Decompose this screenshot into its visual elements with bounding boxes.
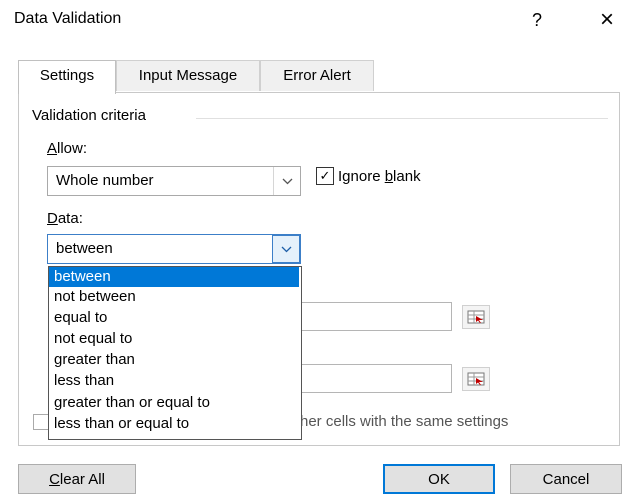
range-selector-button[interactable]	[462, 305, 490, 329]
data-dropdown-list[interactable]: between not between equal to not equal t…	[48, 266, 302, 440]
checkmark-icon: ✓	[319, 168, 331, 183]
allow-label-rest: llow:	[57, 140, 88, 157]
apply-to-all-label: her cells with the same settings	[300, 413, 509, 430]
ignore-blank-label-hotkey: b	[384, 168, 394, 185]
option-less-than[interactable]: less than	[49, 371, 299, 391]
option-greater-than[interactable]: greater than	[49, 350, 299, 370]
allow-label: Allow:	[47, 140, 87, 157]
range-selector-icon	[467, 372, 485, 386]
clear-all-label: lear All	[59, 470, 105, 488]
apply-to-all-checkbox[interactable]	[33, 414, 49, 430]
chevron-down-icon[interactable]	[273, 167, 300, 195]
minimum-field[interactable]	[296, 302, 452, 331]
option-less-than-or-equal-to[interactable]: less than or equal to	[49, 414, 299, 434]
option-between[interactable]: between	[49, 267, 299, 287]
range-selector-icon	[467, 310, 485, 324]
data-value: between	[56, 240, 113, 257]
option-equal-to[interactable]: equal to	[49, 308, 299, 328]
dialog-title: Data Validation	[14, 10, 122, 27]
option-greater-than-or-equal-to[interactable]: greater than or equal to	[49, 393, 299, 413]
ok-button[interactable]: OK	[383, 464, 495, 494]
allow-dropdown[interactable]: Whole number	[47, 166, 301, 196]
data-label-hotkey: D	[47, 210, 58, 227]
validation-criteria-title: Validation criteria	[32, 107, 146, 124]
tab-error-alert[interactable]: Error Alert	[260, 60, 374, 91]
tab-input-message[interactable]: Input Message	[116, 60, 260, 91]
ignore-blank-label-pre: Ignore	[338, 168, 385, 185]
option-not-equal-to[interactable]: not equal to	[49, 329, 299, 349]
help-button[interactable]: ?	[532, 10, 542, 31]
allow-value: Whole number	[56, 172, 154, 189]
allow-label-hotkey: A	[47, 140, 58, 157]
clear-all-button[interactable]: Clear All	[18, 464, 136, 494]
tab-settings[interactable]: Settings	[18, 60, 116, 94]
clear-all-hotkey: C	[49, 470, 60, 488]
option-not-between[interactable]: not between	[49, 287, 299, 307]
chevron-down-icon[interactable]	[272, 235, 300, 263]
range-selector-button[interactable]	[462, 367, 490, 391]
data-label: Data:	[47, 210, 83, 227]
ignore-blank-checkbox[interactable]: ✓	[316, 167, 334, 185]
data-dropdown[interactable]: between	[47, 234, 301, 264]
cancel-button[interactable]: Cancel	[510, 464, 622, 494]
data-label-rest: ata:	[57, 210, 83, 227]
ignore-blank-label: Ignore blank	[338, 168, 421, 185]
close-button[interactable]: ×	[600, 6, 614, 34]
group-divider	[196, 118, 608, 119]
maximum-field[interactable]	[296, 364, 452, 393]
ignore-blank-label-post: lank	[393, 168, 421, 185]
